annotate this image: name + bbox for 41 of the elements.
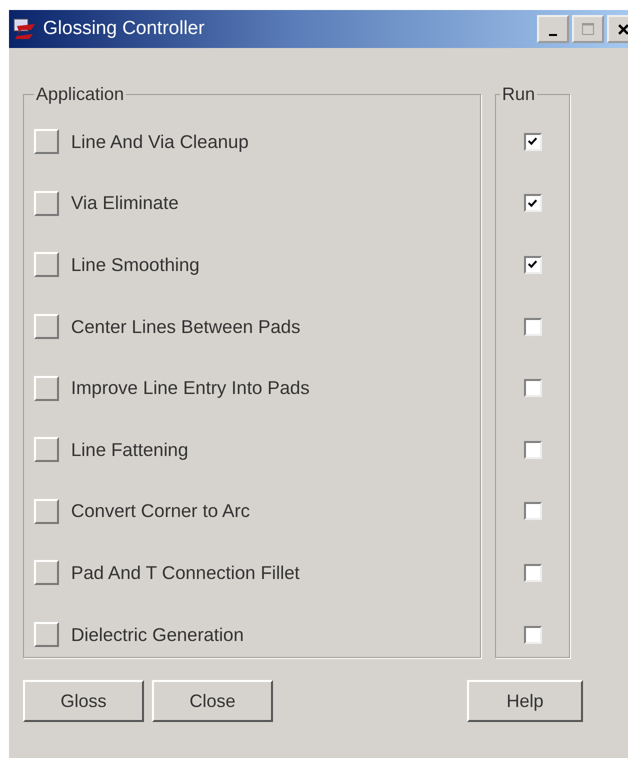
minimize-icon bbox=[549, 34, 557, 36]
run-checkbox[interactable] bbox=[524, 194, 542, 212]
dialog-button[interactable]: Help bbox=[467, 680, 583, 722]
item-label: Improve Line Entry Into Pads bbox=[71, 377, 310, 400]
run-checkbox[interactable] bbox=[524, 564, 542, 582]
run-checkbox[interactable] bbox=[524, 440, 542, 459]
close-icon bbox=[618, 24, 628, 34]
apply-button[interactable] bbox=[34, 376, 59, 401]
item-label: Line Smoothing bbox=[71, 254, 200, 276]
apply-button[interactable] bbox=[34, 498, 59, 524]
check-icon bbox=[527, 198, 538, 209]
apply-button[interactable] bbox=[34, 129, 59, 154]
item-label: Dielectric Generation bbox=[71, 624, 244, 646]
item-label: Center Lines Between Pads bbox=[71, 316, 300, 338]
run-checkbox[interactable] bbox=[524, 502, 542, 520]
run-checkbox[interactable] bbox=[524, 318, 542, 336]
app-logo-icon bbox=[13, 18, 37, 40]
apply-button[interactable] bbox=[34, 314, 59, 340]
window-title: Glossing Controller bbox=[43, 18, 206, 40]
check-icon bbox=[527, 136, 538, 148]
run-checkbox[interactable] bbox=[524, 626, 542, 644]
dialog-button[interactable]: Gloss bbox=[23, 680, 144, 722]
group-label: Run bbox=[501, 84, 536, 105]
maximize-icon bbox=[582, 23, 594, 35]
group-label: Application bbox=[35, 84, 126, 105]
item-label: Via Eliminate bbox=[71, 192, 179, 214]
apply-button[interactable] bbox=[34, 190, 59, 216]
run-checkbox[interactable] bbox=[524, 256, 542, 274]
item-label: Line Fattening bbox=[71, 438, 188, 461]
apply-button[interactable] bbox=[34, 560, 59, 586]
item-label: Convert Corner to Arc bbox=[71, 500, 250, 522]
apply-button[interactable] bbox=[34, 252, 59, 278]
item-label: Pad And T Connection Fillet bbox=[71, 562, 300, 584]
apply-button[interactable] bbox=[34, 622, 59, 648]
apply-button[interactable] bbox=[34, 437, 59, 462]
dialog-button[interactable]: Close bbox=[152, 680, 273, 722]
check-icon bbox=[527, 259, 538, 270]
minimize-button[interactable] bbox=[537, 15, 569, 43]
run-checkbox[interactable] bbox=[524, 379, 542, 398]
run-checkbox[interactable] bbox=[524, 132, 542, 151]
item-label: Line And Via Cleanup bbox=[71, 130, 249, 153]
